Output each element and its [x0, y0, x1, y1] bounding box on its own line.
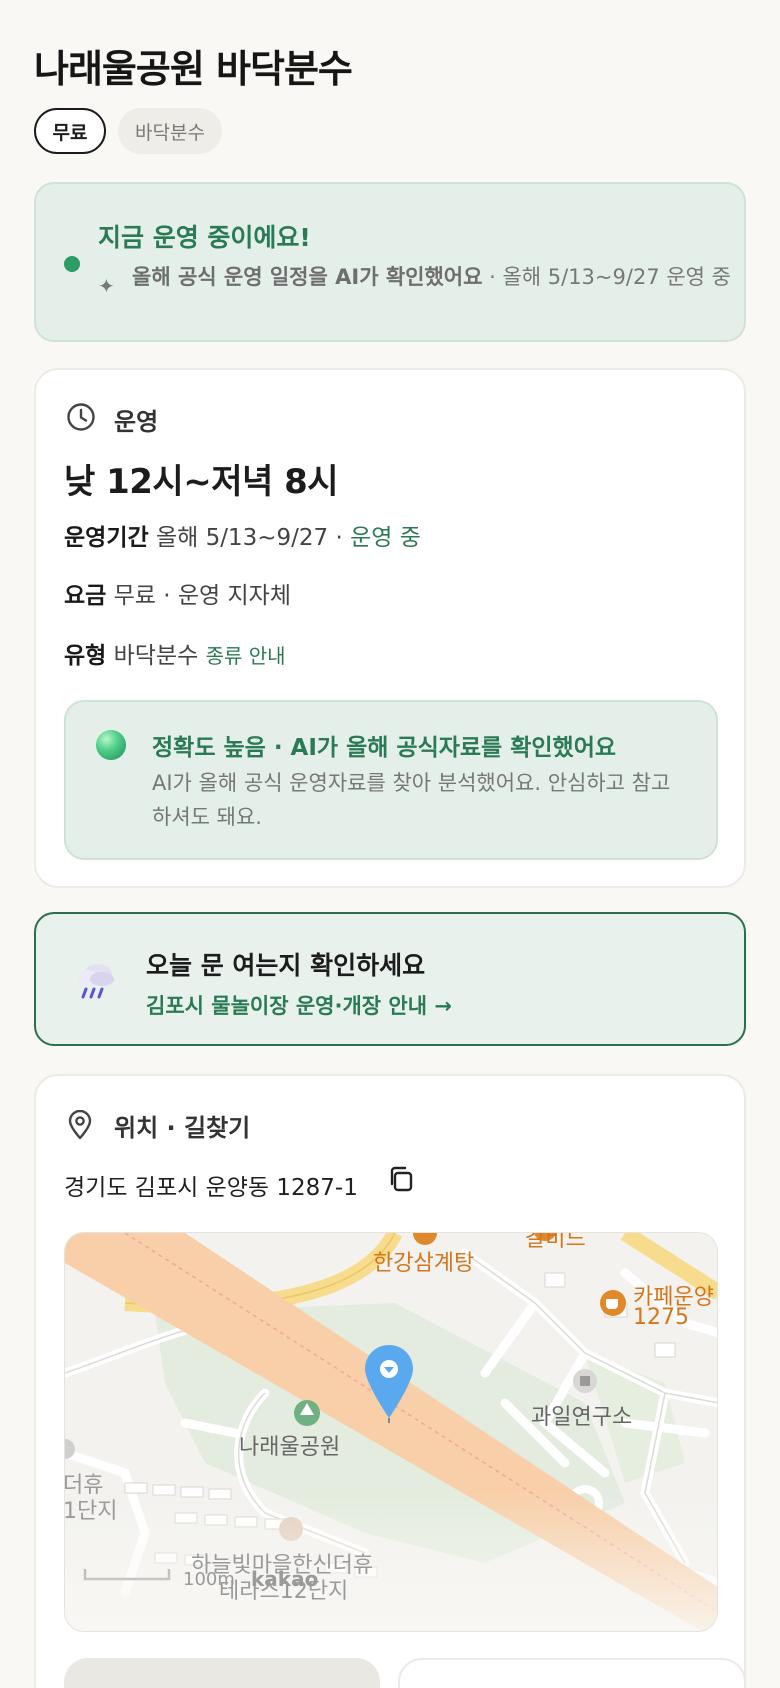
bottom-action-left[interactable] [64, 1658, 380, 1688]
open-check-notice[interactable]: 오늘 문 여는지 확인하세요 김포시 물놀이장 운영·개장 안내 → [34, 912, 746, 1046]
clock-icon [67, 403, 95, 431]
type-chip[interactable]: 바닥분수 [118, 108, 222, 154]
fee-value: 무료 · 운영 지자체 [113, 583, 292, 609]
poi-fruit-lab[interactable]: 과일연구소 [531, 1399, 632, 1431]
type-label: 유형 [64, 643, 107, 669]
status-subtext: 올해 공식 운영 일정을 AI가 확인했어요 · 올해 5/13~9/27 운영… [132, 262, 732, 292]
location-label: 위치 · 길찾기 [114, 1114, 251, 1142]
operation-card: 운영 낮 12시~저녁 8시 운영기간 올해 5/13~9/27 · 운영 중 … [34, 368, 746, 888]
map-view[interactable]: 한강삼계탕 갈비드 카페운양 1275 과일연구소 나래울공원 더휴 1단지 하… [64, 1232, 718, 1632]
operating-hours: 낮 12시~저녁 8시 [64, 462, 339, 502]
poi-left-apt-2: 1단지 [64, 1499, 118, 1524]
period-row: 운영기간 올해 5/13~9/27 · 운영 중 [64, 518, 421, 552]
location-card: 위치 · 길찾기 경기도 김포시 운양동 1287-1 한강삼계탕 갈비드 카페… [34, 1074, 746, 1688]
map-fade-overlay [65, 1491, 717, 1631]
map-scale-label: 100m [183, 1569, 235, 1590]
notice-title: 오늘 문 여는지 확인하세요 [146, 951, 426, 980]
status-dot-icon [64, 256, 80, 272]
notice-link[interactable]: 김포시 물놀이장 운영·개장 안내 → [146, 990, 452, 1020]
kakao-logo: kakao [251, 1567, 319, 1591]
operation-label: 운영 [114, 408, 159, 436]
free-chip: 무료 [34, 108, 106, 154]
fee-label: 요금 [64, 583, 107, 609]
sparkle-icon: ✦ [98, 274, 115, 298]
accuracy-box: 정확도 높음 · AI가 올해 공식자료를 확인했어요 AI가 올해 공식 운영… [64, 700, 718, 860]
poi-park[interactable]: 나래울공원 [239, 1429, 340, 1461]
period-status: 운영 중 [350, 525, 421, 551]
poi-samgyetang[interactable]: 한강삼계탕 [373, 1245, 474, 1277]
page-title: 나래울공원 바닥분수 [34, 47, 353, 91]
type-row: 유형 바닥분수 종류 안내 [64, 636, 286, 670]
status-sub-bold: 올해 공식 운영 일정을 AI가 확인했어요 [132, 265, 483, 289]
accuracy-description: AI가 올해 공식 운영자료를 찾아 분석했어요. 안심하고 참고하셔도 돼요. [152, 771, 671, 829]
accuracy-title: 정확도 높음 · AI가 올해 공식자료를 확인했어요 [152, 735, 617, 761]
poi-top-partial[interactable]: 갈비드 [525, 1233, 586, 1253]
rain-cloud-icon [78, 964, 114, 999]
page: 나래울공원 바닥분수 무료 바닥분수 지금 운영 중이에요! ✦ 올해 공식 운… [0, 0, 780, 1688]
type-value: 바닥분수 [113, 643, 199, 669]
bottom-action-right[interactable] [398, 1658, 746, 1688]
green-ball-icon [96, 730, 126, 760]
period-label: 운영기간 [64, 525, 149, 551]
period-value: 올해 5/13~9/27 · [155, 525, 351, 551]
status-sub-rest: · 올해 5/13~9/27 운영 중 [482, 265, 731, 289]
fee-row: 요금 무료 · 운영 지자체 [64, 576, 291, 610]
operating-status-box: 지금 운영 중이에요! ✦ 올해 공식 운영 일정을 AI가 확인했어요 · 올… [34, 182, 746, 342]
poi-cafe-number[interactable]: 1275 [633, 1305, 689, 1330]
location-pin-icon [68, 1110, 92, 1140]
status-title: 지금 운영 중이에요! [98, 223, 311, 252]
type-guide-link[interactable]: 종류 안내 [206, 644, 286, 668]
copy-icon[interactable] [386, 1164, 416, 1194]
address-text: 경기도 김포시 운양동 1287-1 [64, 1175, 358, 1201]
